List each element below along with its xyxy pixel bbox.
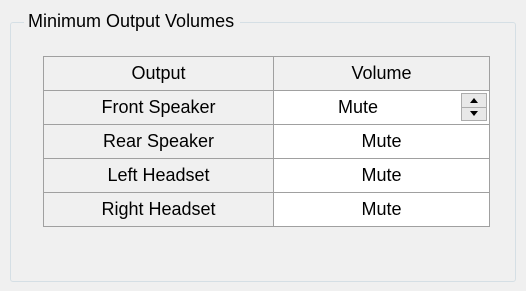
table-row: Right Headset Mute — [43, 192, 490, 227]
volume-spin-edit[interactable]: Mute — [274, 91, 489, 124]
column-header-output[interactable]: Output — [43, 56, 274, 91]
groupbox-title: Minimum Output Volumes — [24, 9, 241, 33]
spin-up-button[interactable] — [461, 93, 487, 108]
table-row: Rear Speaker Mute — [43, 124, 490, 159]
volume-cell-rear-speaker[interactable]: Mute — [273, 124, 490, 159]
table-row: Front Speaker Mute — [43, 90, 490, 125]
output-cell-front-speaker: Front Speaker — [43, 90, 274, 125]
column-header-volume[interactable]: Volume — [273, 56, 490, 91]
spin-down-button[interactable] — [461, 107, 487, 121]
volume-cell-right-headset[interactable]: Mute — [273, 192, 490, 227]
table-header-row: Output Volume — [43, 56, 490, 91]
output-cell-left-headset: Left Headset — [43, 158, 274, 193]
spin-up-arrow-icon — [470, 97, 478, 103]
volume-spinner[interactable] — [461, 93, 487, 121]
volume-cell-front-speaker[interactable]: Mute — [273, 90, 490, 125]
spin-down-arrow-icon — [470, 111, 478, 117]
output-volume-table: Output Volume Front Speaker Mute Rear Sp… — [43, 56, 490, 227]
volume-edit-value[interactable]: Mute — [338, 91, 378, 124]
table-row: Left Headset Mute — [43, 158, 490, 193]
output-cell-rear-speaker: Rear Speaker — [43, 124, 274, 159]
volume-cell-left-headset[interactable]: Mute — [273, 158, 490, 193]
output-cell-right-headset: Right Headset — [43, 192, 274, 227]
